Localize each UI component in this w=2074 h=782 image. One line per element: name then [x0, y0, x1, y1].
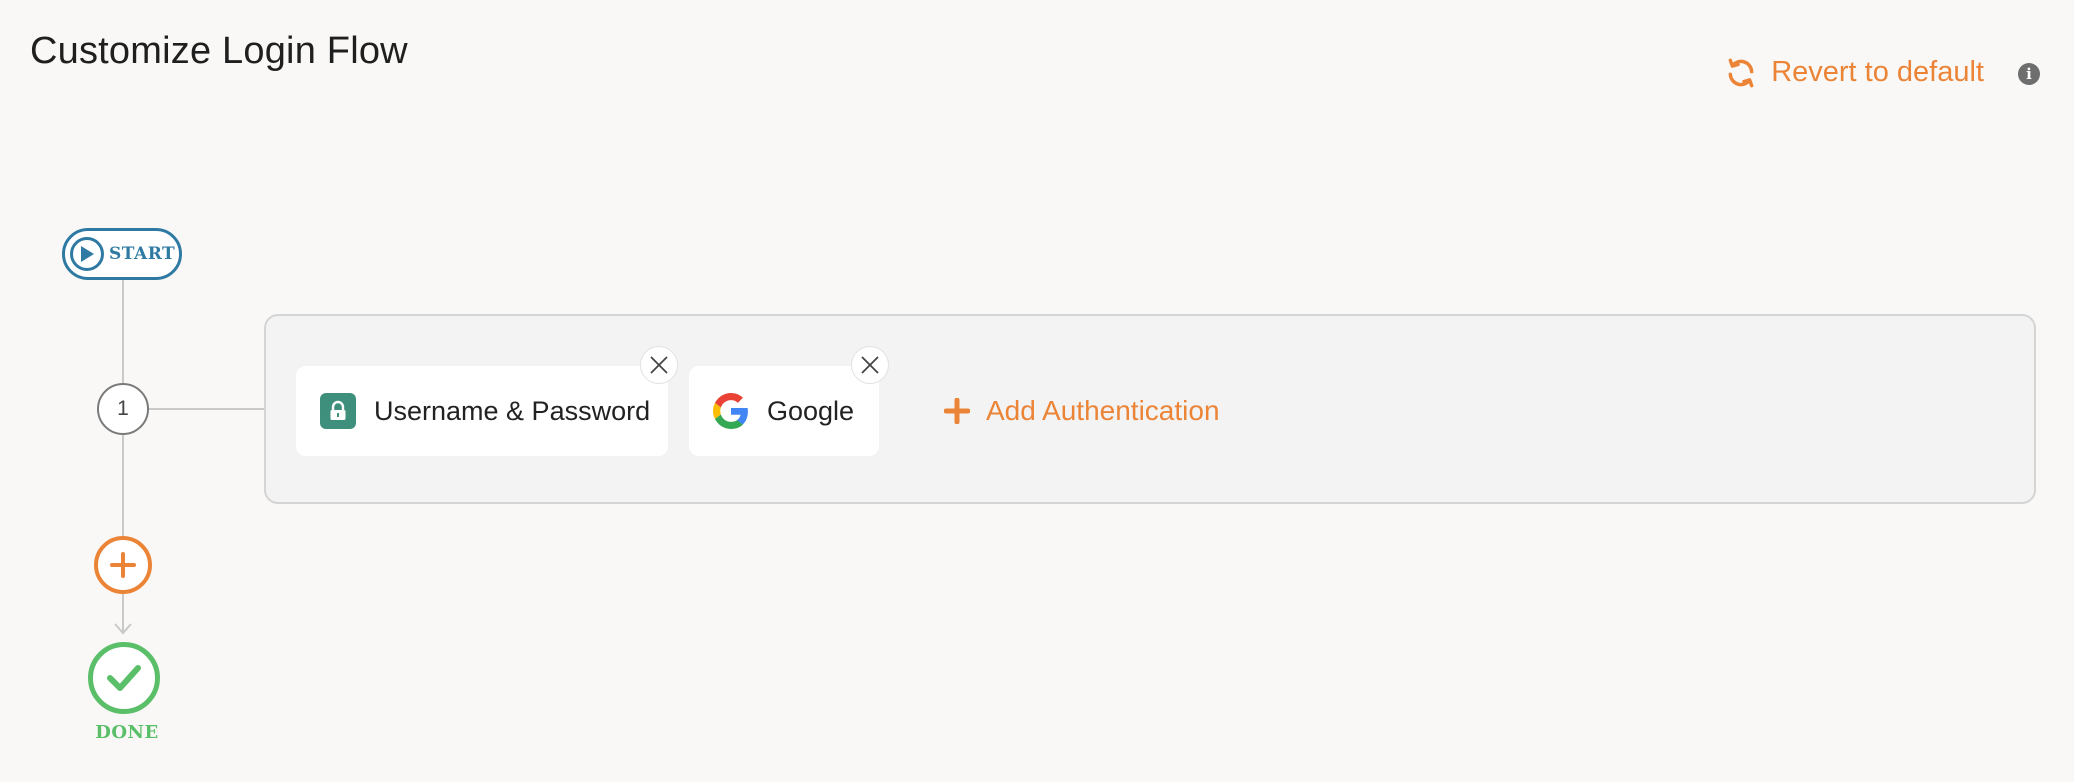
info-icon[interactable]: i — [2018, 63, 2040, 85]
play-icon — [70, 237, 104, 271]
step-connector — [148, 408, 266, 410]
lock-icon — [320, 393, 356, 429]
google-icon — [713, 393, 748, 429]
checkmark-icon — [107, 665, 141, 691]
add-step-button[interactable] — [94, 536, 152, 594]
done-label: DONE — [95, 722, 159, 743]
revert-label: Revert to default — [1771, 56, 1984, 88]
close-icon — [650, 356, 668, 374]
add-authentication-button[interactable]: Add Authentication — [944, 366, 1220, 456]
start-label: START — [109, 244, 176, 264]
refresh-icon — [1728, 58, 1754, 87]
page-title: Customize Login Flow — [30, 30, 408, 72]
arrow-down-icon — [114, 623, 132, 635]
remove-auth-button[interactable] — [851, 346, 889, 384]
add-authentication-label: Add Authentication — [986, 395, 1220, 426]
auth-method-label: Google — [767, 395, 855, 426]
flow-connector — [122, 435, 124, 536]
done-node — [88, 642, 160, 714]
plus-icon — [110, 552, 136, 578]
step-number: 1 — [97, 383, 149, 435]
auth-method-label: Username & Password — [374, 395, 651, 426]
step-1-container: Username & Password Google Add Authentic… — [264, 314, 2036, 504]
auth-method-google[interactable]: Google — [689, 346, 889, 456]
remove-auth-button[interactable] — [640, 346, 678, 384]
auth-method-username-password[interactable]: Username & Password — [296, 346, 678, 456]
close-icon — [861, 356, 879, 374]
login-flow-page: Customize Login Flow Revert to default i… — [0, 0, 2074, 782]
start-node[interactable]: START — [62, 228, 182, 280]
flow-connector — [122, 280, 124, 383]
revert-to-default-button[interactable]: Revert to default — [1725, 56, 1984, 89]
plus-icon — [944, 398, 970, 424]
